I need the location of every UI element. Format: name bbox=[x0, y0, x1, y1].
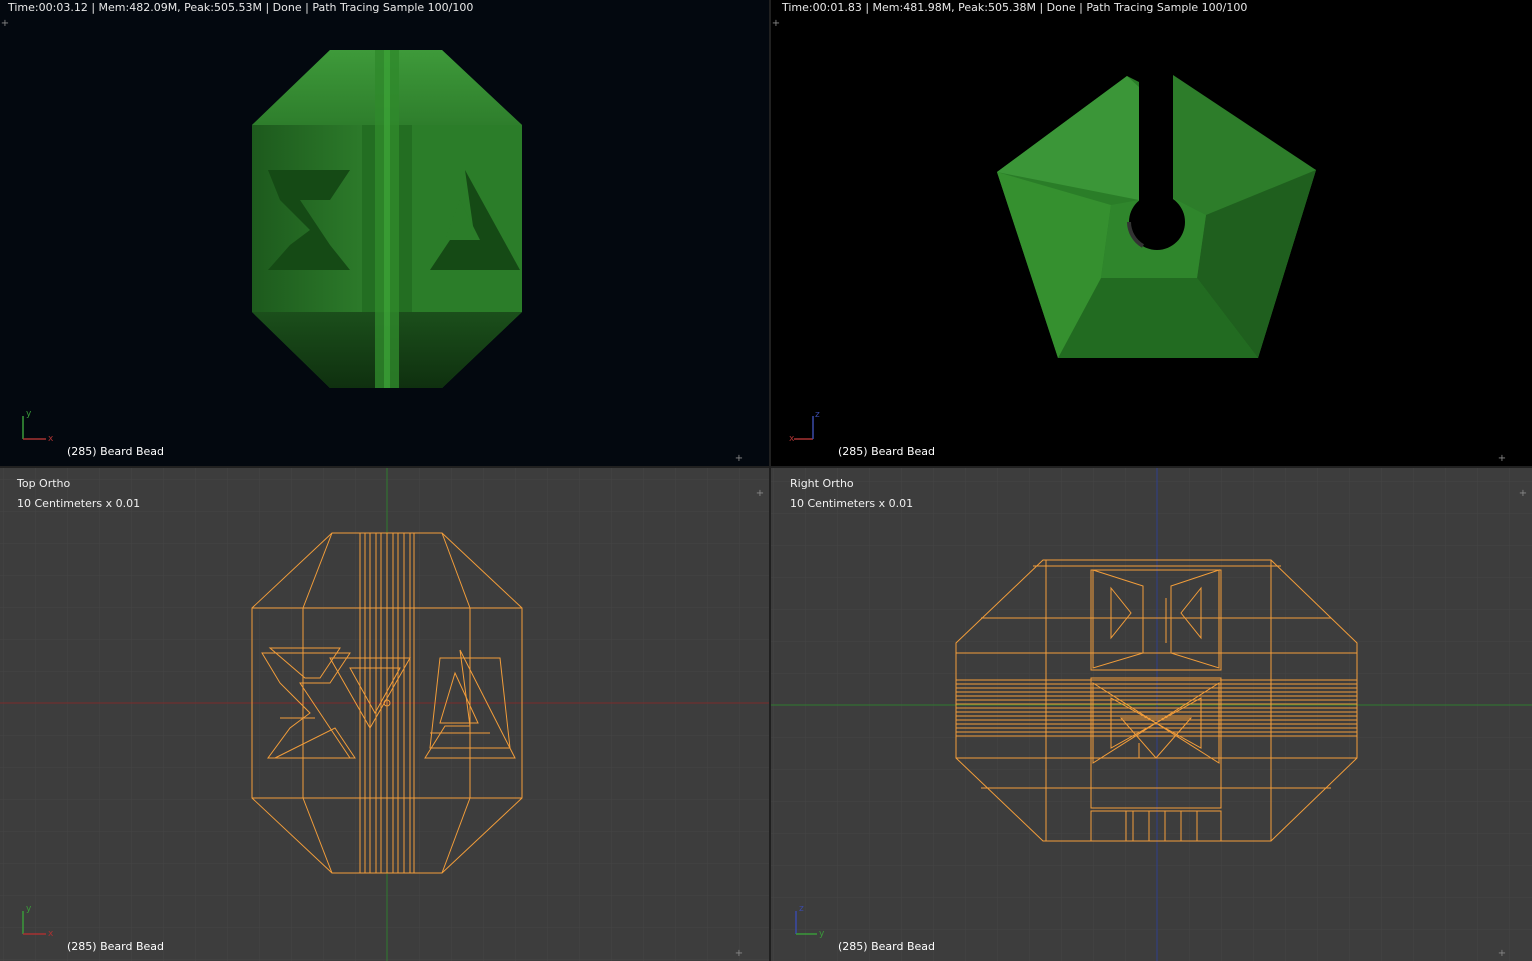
active-object-label: (285) Beard Bead bbox=[838, 445, 935, 458]
axis-gizmo: y x bbox=[22, 904, 54, 939]
viewport-view-name: Top Ortho bbox=[17, 477, 71, 490]
viewport-render-front[interactable]: Time:00:03.12 | Mem:482.09M, Peak:505.53… bbox=[0, 0, 769, 466]
viewport-split-handle[interactable]: + bbox=[1497, 949, 1507, 959]
wireframe-bead-top[interactable] bbox=[0, 468, 769, 961]
viewport-grid-scale: 10 Centimeters x 0.01 bbox=[17, 497, 141, 510]
viewport-right-ortho[interactable]: Right Ortho 10 Centimeters x 0.01 + z y … bbox=[771, 468, 1532, 961]
svg-text:x: x bbox=[48, 929, 54, 939]
viewport-split-handle[interactable]: + bbox=[734, 949, 744, 959]
svg-text:y: y bbox=[26, 904, 32, 914]
viewport-top-ortho[interactable]: Top Ortho 10 Centimeters x 0.01 + y x (2… bbox=[0, 468, 769, 961]
active-object-label: (285) Beard Bead bbox=[67, 940, 164, 953]
viewport-split-handle[interactable]: + bbox=[1497, 454, 1507, 464]
viewport-grid-scale: 10 Centimeters x 0.01 bbox=[790, 497, 914, 510]
active-object-label: (285) Beard Bead bbox=[67, 445, 164, 458]
active-object-label: (285) Beard Bead bbox=[838, 940, 935, 953]
svg-text:z: z bbox=[815, 410, 820, 420]
viewport-divider-vertical[interactable] bbox=[769, 0, 771, 961]
viewport-split-handle[interactable]: + bbox=[755, 489, 765, 499]
viewport-render-side[interactable]: Time:00:01.83 | Mem:481.98M, Peak:505.38… bbox=[771, 0, 1532, 466]
viewport-split-handle[interactable]: + bbox=[734, 454, 744, 464]
axis-gizmo: y x bbox=[22, 409, 54, 444]
axis-gizmo: z y bbox=[795, 904, 825, 939]
svg-text:x: x bbox=[48, 434, 54, 444]
rendered-bead-pentagon bbox=[997, 72, 1316, 358]
axis-gizmo: z x bbox=[789, 410, 820, 444]
viewport-split-handle[interactable]: + bbox=[1518, 489, 1528, 499]
viewport-divider-horizontal[interactable] bbox=[0, 466, 1532, 468]
svg-text:z: z bbox=[799, 904, 804, 914]
svg-text:y: y bbox=[26, 409, 32, 419]
svg-text:x: x bbox=[789, 434, 795, 444]
viewport-view-name: Right Ortho bbox=[790, 477, 854, 490]
rendered-bead-front bbox=[252, 50, 522, 388]
svg-text:y: y bbox=[819, 929, 825, 939]
wireframe-bead-right[interactable] bbox=[771, 468, 1532, 961]
